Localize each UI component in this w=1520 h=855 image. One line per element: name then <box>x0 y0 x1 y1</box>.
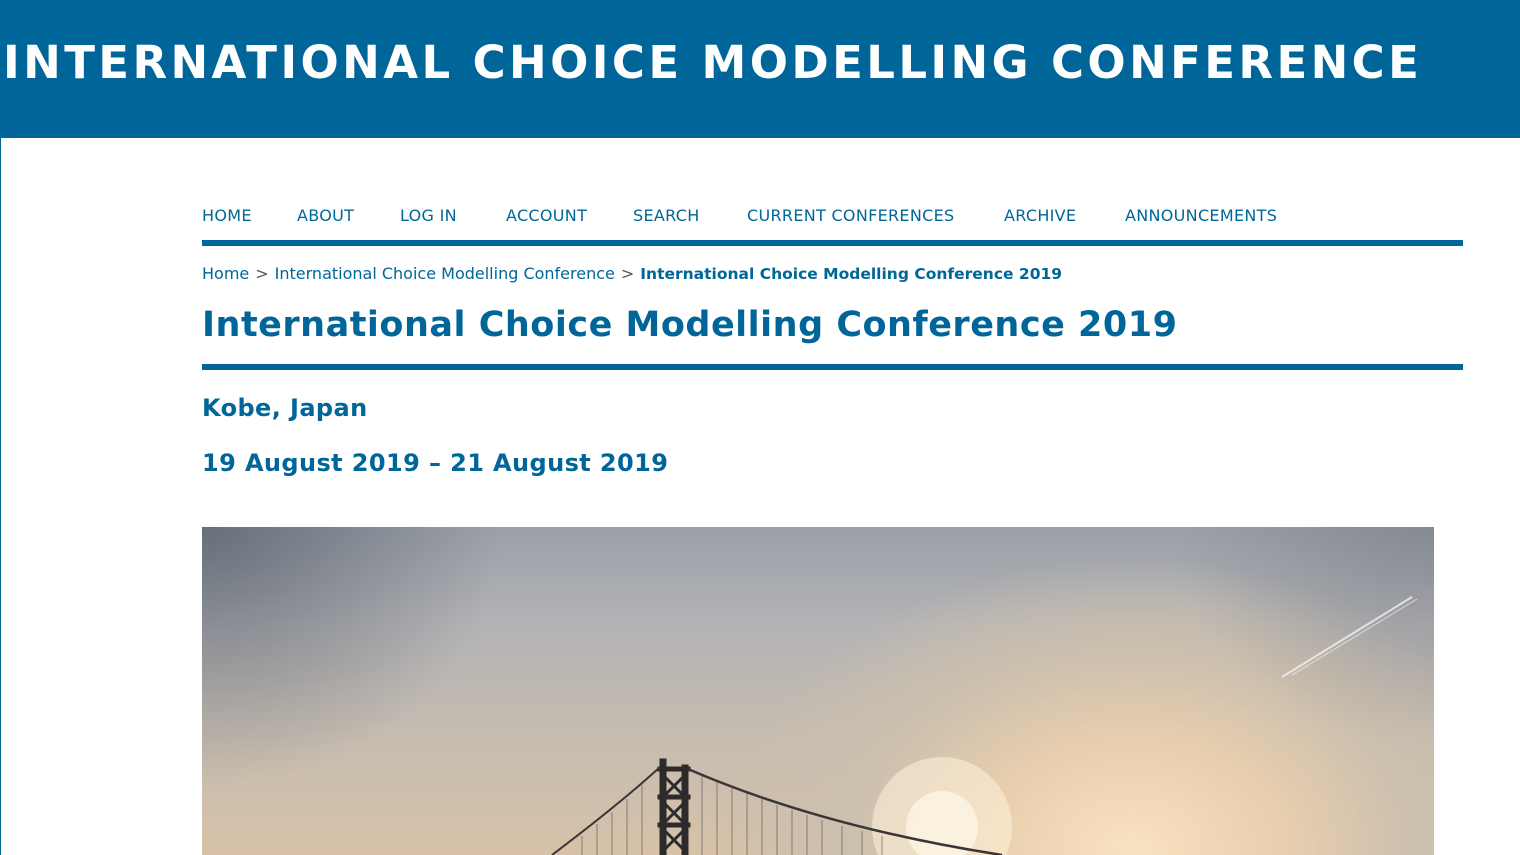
title-divider <box>202 364 1463 370</box>
breadcrumb-current: International Choice Modelling Conferenc… <box>640 265 1063 283</box>
hero-image <box>202 527 1434 855</box>
site-title[interactable]: INTERNATIONAL CHOICE MODELLING CONFERENC… <box>3 33 1422 93</box>
page-title: International Choice Modelling Conferenc… <box>202 305 1178 345</box>
nav-about[interactable]: ABOUT <box>297 206 354 226</box>
nav-announcements[interactable]: ANNOUNCEMENTS <box>1125 206 1277 226</box>
breadcrumb-separator: > <box>255 264 269 283</box>
main-nav: HOME ABOUT LOG IN ACCOUNT SEARCH CURRENT… <box>202 200 1463 246</box>
site-banner: INTERNATIONAL CHOICE MODELLING CONFERENC… <box>1 0 1520 138</box>
breadcrumb-separator: > <box>620 264 635 283</box>
nav-archive[interactable]: ARCHIVE <box>1004 206 1076 226</box>
nav-account[interactable]: ACCOUNT <box>506 206 587 226</box>
breadcrumb-parent[interactable]: International Choice Modelling Conferenc… <box>275 264 615 283</box>
nav-home[interactable]: HOME <box>202 206 252 226</box>
nav-current-conferences[interactable]: CURRENT CONFERENCES <box>747 206 954 226</box>
nav-search[interactable]: SEARCH <box>633 206 700 226</box>
conference-dates: 19 August 2019 – 21 August 2019 <box>202 449 669 477</box>
conference-location: Kobe, Japan <box>202 394 368 422</box>
breadcrumb-home[interactable]: Home <box>202 264 249 283</box>
bridge-sunset-photo-icon <box>551 596 1418 855</box>
breadcrumb: Home > International Choice Modelling Conf… <box>202 264 1062 284</box>
nav-log-in[interactable]: LOG IN <box>400 206 457 226</box>
page: INTERNATIONAL CHOICE MODELLING CONFERENC… <box>0 0 1520 855</box>
